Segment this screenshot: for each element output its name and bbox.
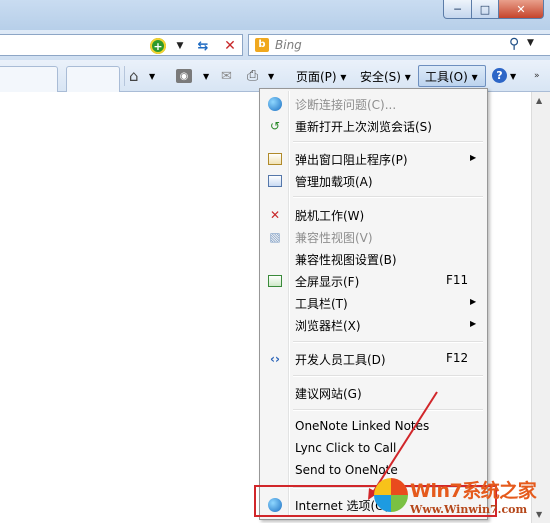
menu-separator	[293, 196, 483, 198]
menu-item-suggested-sites[interactable]: 建议网站(G)	[262, 382, 485, 404]
menu-item-developer-tools[interactable]: ‹› 开发人员工具(D) F12	[262, 348, 485, 370]
stop-icon[interactable]: ✕	[222, 38, 238, 54]
mail-icon[interactable]: ✉	[221, 66, 232, 86]
close-button[interactable]: ✕	[499, 0, 544, 19]
help-dropdown-icon[interactable]: ▼	[510, 66, 516, 86]
separator	[124, 66, 125, 86]
menu-item-compat-view[interactable]: ▧ 兼容性视图(V)	[262, 226, 485, 248]
menu-item-fullscreen[interactable]: 全屏显示(F) F11	[262, 270, 485, 292]
menu-item-label: 全屏显示(F)	[295, 275, 360, 289]
menu-separator	[293, 409, 483, 411]
menu-item-shortcut: F11	[446, 273, 469, 287]
minimize-icon: ─	[454, 2, 461, 16]
menu-item-label: Lync Click to Call	[295, 441, 397, 455]
search-input[interactable]: Bing	[275, 38, 302, 52]
maximize-icon: □	[479, 2, 491, 16]
menu-item-manage-addons[interactable]: 管理加载项(A)	[262, 170, 485, 192]
more-commands-icon[interactable]: »	[534, 66, 540, 86]
home-icon[interactable]: ⌂	[129, 66, 147, 86]
popup-blocker-icon	[267, 151, 283, 167]
window-controls: ─ □ ✕	[443, 0, 544, 20]
menu-item-label: 诊断连接问题(C)...	[295, 98, 397, 112]
compatibility-icon[interactable]: +	[150, 38, 166, 54]
vertical-scrollbar[interactable]: ▲ ▼	[531, 92, 550, 523]
submenu-arrow-icon: ▶	[470, 153, 477, 162]
menu-item-reopen-session[interactable]: ↺ 重新打开上次浏览会话(S)	[262, 115, 485, 137]
scroll-up-icon[interactable]: ▲	[536, 96, 542, 105]
menu-separator	[293, 375, 483, 377]
feeds-icon[interactable]: ◉	[176, 69, 192, 83]
refresh-icon[interactable]: ⇆	[194, 38, 212, 54]
menu-item-label: 重新打开上次浏览会话(S)	[295, 120, 432, 134]
print-icon[interactable]: ⎙	[247, 66, 258, 86]
menu-item-onenote-linked-notes[interactable]: OneNote Linked Notes	[262, 416, 485, 438]
menu-item-label: 兼容性视图(V)	[295, 231, 373, 245]
menu-separator	[293, 341, 483, 343]
feeds-dropdown-icon[interactable]: ▼	[203, 66, 209, 86]
menu-item-explorer-bars[interactable]: 浏览器栏(X) ▶	[262, 314, 485, 336]
menu-item-label: 脱机工作(W)	[295, 209, 365, 223]
submenu-arrow-icon: ▶	[470, 319, 477, 328]
devtools-icon: ‹›	[270, 352, 280, 366]
watermark-title: Win7系统之家	[410, 480, 537, 502]
tools-menu-label: 工具(O) ▾	[425, 69, 478, 84]
menu-item-label: OneNote Linked Notes	[295, 419, 430, 433]
menu-item-label: 开发人员工具(D)	[295, 353, 386, 367]
search-dropdown-icon[interactable]: ▼	[527, 38, 534, 48]
print-dropdown-icon[interactable]: ▼	[268, 66, 274, 86]
menu-item-work-offline[interactable]: ✕ 脱机工作(W)	[262, 204, 485, 226]
bing-logo-icon: b	[255, 38, 269, 52]
address-row: + ▼ ⇆ ✕ b Bing ⚲ ▼	[0, 30, 550, 60]
menu-item-toolbars[interactable]: 工具栏(T) ▶	[262, 292, 485, 314]
addons-icon	[267, 173, 283, 189]
close-icon: ✕	[516, 2, 526, 16]
menu-item-label: 建议网站(G)	[295, 387, 362, 401]
safety-menu-button[interactable]: 安全(S) ▾	[360, 66, 411, 86]
new-tab[interactable]	[66, 66, 120, 92]
address-dropdown-icon[interactable]: ▼	[174, 38, 186, 54]
reopen-session-icon: ↺	[269, 119, 281, 133]
home-dropdown-icon[interactable]: ▼	[149, 66, 155, 86]
tools-menu-button[interactable]: 工具(O) ▾	[418, 65, 486, 87]
search-icon[interactable]: ⚲	[509, 36, 519, 52]
offline-icon: ✕	[269, 208, 281, 222]
menu-item-label: 弹出窗口阻止程序(P)	[295, 153, 408, 167]
title-bar: ─ □ ✕	[0, 0, 550, 30]
menu-item-diagnose-connection[interactable]: 诊断连接问题(C)...	[262, 93, 485, 115]
menu-item-shortcut: F12	[446, 351, 469, 365]
menu-item-label: 管理加载项(A)	[295, 175, 373, 189]
windows-logo-icon	[374, 478, 408, 512]
globe-icon	[267, 96, 283, 112]
menu-separator	[293, 141, 483, 143]
compat-view-icon: ▧	[269, 230, 281, 244]
maximize-button[interactable]: □	[472, 0, 499, 19]
menu-item-label: 浏览器栏(X)	[295, 319, 361, 333]
tab[interactable]	[0, 66, 58, 92]
tools-dropdown-menu: 诊断连接问题(C)... ↺ 重新打开上次浏览会话(S) 弹出窗口阻止程序(P)…	[259, 88, 488, 520]
submenu-arrow-icon: ▶	[470, 297, 477, 306]
page-menu-button[interactable]: 页面(P) ▾	[296, 66, 346, 86]
menu-item-label: 兼容性视图设置(B)	[295, 253, 397, 267]
help-icon[interactable]: ?	[492, 68, 507, 83]
menu-item-lync-click-to-call[interactable]: Lync Click to Call	[262, 438, 485, 460]
menu-item-popup-blocker[interactable]: 弹出窗口阻止程序(P) ▶	[262, 148, 485, 170]
fullscreen-icon	[267, 273, 283, 289]
menu-item-compat-view-settings[interactable]: 兼容性视图设置(B)	[262, 248, 485, 270]
watermark: Win7系统之家 Www.Winwin7.com	[374, 474, 550, 523]
minimize-button[interactable]: ─	[443, 0, 472, 19]
menu-item-label: 工具栏(T)	[295, 297, 348, 311]
watermark-url: Www.Winwin7.com	[410, 503, 528, 516]
search-box[interactable]: b Bing ⚲ ▼	[248, 34, 550, 56]
address-bar[interactable]: + ▼ ⇆ ✕	[0, 34, 243, 56]
